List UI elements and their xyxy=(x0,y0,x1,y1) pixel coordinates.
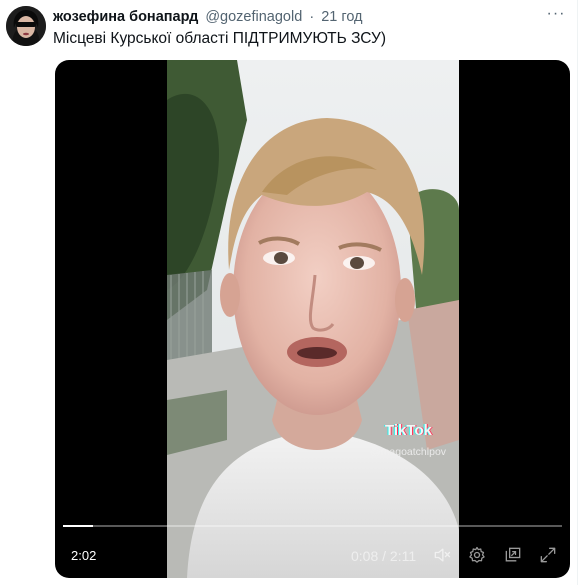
tiktok-watermark-handle: @magoatchlpov xyxy=(370,446,447,458)
fullscreen-button[interactable] xyxy=(536,543,560,567)
tweet[interactable]: жозефина бонапард @gozefinagold · 21 год… xyxy=(0,0,578,585)
speaker-muted-icon xyxy=(434,548,451,562)
avatar[interactable] xyxy=(6,6,46,46)
video-timecode: 0:08 / 2:11 xyxy=(351,547,416,565)
tweet-text: Місцеві Курської області ПІДТРИМУЮТЬ ЗСУ… xyxy=(53,30,386,47)
video-progress-fill xyxy=(63,525,94,527)
video-duration-badge: 2:02 xyxy=(71,548,97,563)
time-separator: / xyxy=(378,548,390,564)
separator-dot: · xyxy=(309,9,315,25)
current-time: 0:08 xyxy=(351,548,379,564)
mute-button[interactable] xyxy=(430,543,454,567)
picture-in-picture-icon xyxy=(505,547,521,562)
author-name[interactable]: жозефина бонапард xyxy=(53,9,198,25)
total-time: 2:11 xyxy=(389,548,417,564)
gear-icon xyxy=(469,546,485,563)
ellipsis-icon[interactable]: ··· xyxy=(545,6,567,25)
video-still-image xyxy=(167,60,459,578)
settings-button[interactable] xyxy=(465,543,489,567)
fullscreen-icon xyxy=(540,547,556,563)
tweet-timestamp[interactable]: 21 год xyxy=(321,9,362,25)
video-progress-bar[interactable] xyxy=(63,525,562,527)
video-frame[interactable]: TikTok @magoatchlpov xyxy=(167,60,459,578)
author-handle[interactable]: @gozefinagold xyxy=(205,9,302,25)
tiktok-watermark-logo: TikTok xyxy=(385,422,432,439)
pip-button[interactable] xyxy=(501,543,525,567)
tweet-header: жозефина бонапард @gozefinagold · 21 год xyxy=(53,8,363,26)
video-player[interactable]: TikTok @magoatchlpov 2:02 0:08 / 2:11 xyxy=(55,60,570,578)
avatar-image xyxy=(6,6,46,46)
